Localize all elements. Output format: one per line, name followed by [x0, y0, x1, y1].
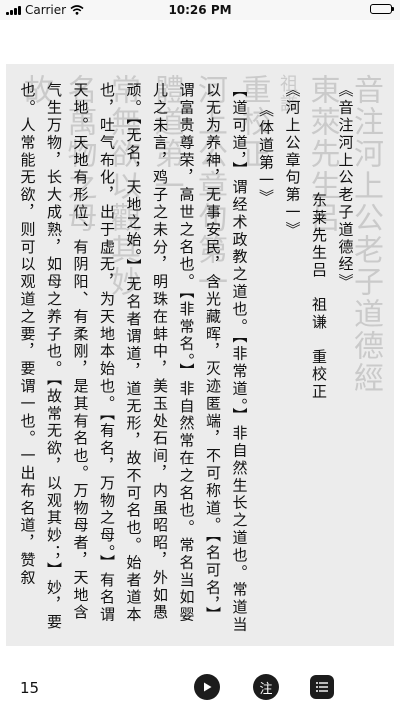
play-icon: [204, 682, 212, 692]
chapter-title: 《体道第一》: [257, 102, 275, 207]
annotation-label: 注: [259, 681, 273, 697]
commentary-body: 【道可道，】谓经术政教之道也。【非常道。】非自然生长之道也。常道当以无为养神，无…: [18, 82, 249, 634]
author-credit: 东莱先生吕 祖谦 重校正: [310, 192, 328, 401]
vertical-text-block: 《音注河上公老子道德经》 东莱先生吕 祖谦 重校正 《河上公章句第一》 《体道第…: [14, 82, 359, 634]
annotation-button[interactable]: 注: [253, 674, 279, 700]
text-overlay: 《音注河上公老子道德经》 东莱先生吕 祖谦 重校正 《河上公章句第一》 《体道第…: [6, 64, 394, 646]
sub-title: 《河上公章句第一》: [283, 82, 302, 239]
bottom-toolbar: 15 注: [0, 668, 400, 710]
battery-icon: [370, 4, 394, 14]
status-right: [370, 4, 394, 14]
list-icon: [316, 682, 328, 692]
play-button[interactable]: [194, 674, 220, 700]
book-page[interactable]: 音注河上公老子道德經 東萊先生呂 祖謙 重校正 河上公章句第一 體道第一 常無欲…: [6, 64, 394, 646]
status-time: 10:26 PM: [168, 3, 232, 17]
book-title: 《音注河上公老子道德经》: [336, 82, 355, 291]
page-number: 15: [20, 679, 40, 697]
status-bar: Carrier 10:26 PM: [0, 0, 400, 20]
table-of-contents-button[interactable]: [310, 675, 334, 699]
